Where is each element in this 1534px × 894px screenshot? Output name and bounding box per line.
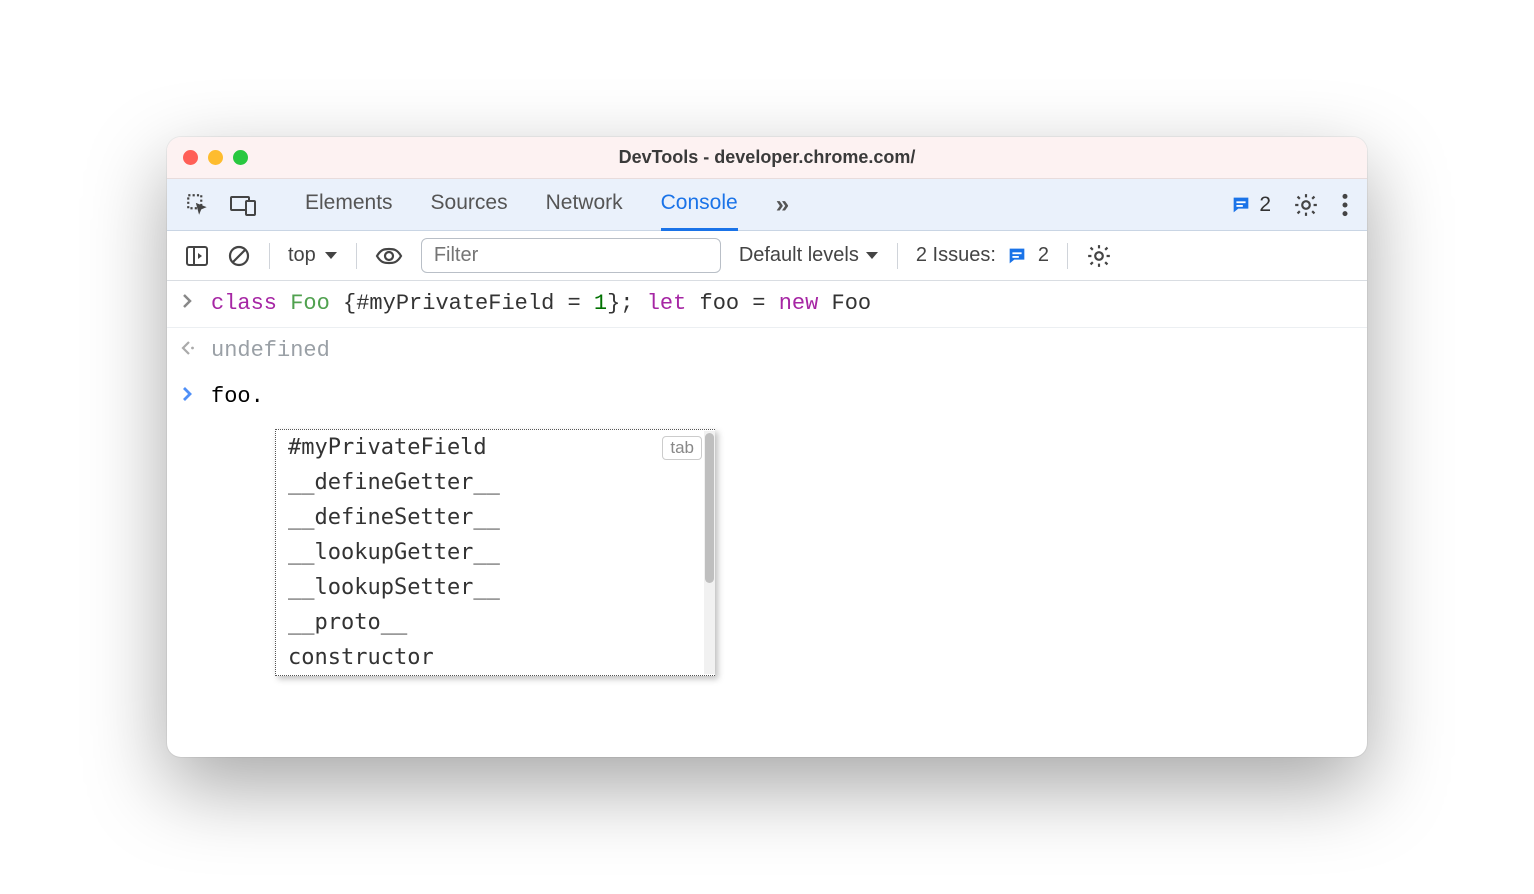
console-prompt-row[interactable]: foo. [167, 374, 1367, 420]
autocomplete-item-label: #myPrivateField [288, 435, 487, 460]
divider [897, 243, 898, 269]
autocomplete-item-label: __defineGetter__ [288, 470, 500, 495]
filter-input[interactable] [421, 238, 721, 273]
autocomplete-item[interactable]: constructor [276, 640, 714, 675]
clear-console-icon[interactable] [227, 244, 251, 268]
titlebar: DevTools - developer.chrome.com/ [167, 137, 1367, 179]
tab-console[interactable]: Console [661, 179, 738, 231]
settings-icon[interactable] [1293, 192, 1319, 218]
context-label: top [288, 244, 316, 267]
issues-count: 2 [1038, 244, 1049, 267]
console-settings-icon[interactable] [1086, 243, 1112, 269]
kebab-menu-icon[interactable] [1341, 192, 1349, 218]
console-prompt-text: foo. [211, 382, 264, 412]
tab-elements[interactable]: Elements [305, 179, 393, 231]
autocomplete-item[interactable]: __lookupGetter__ [276, 535, 714, 570]
tab-hint: tab [662, 436, 702, 460]
autocomplete-item-label: constructor [288, 645, 434, 670]
minimize-button[interactable] [208, 150, 223, 165]
log-levels-selector[interactable]: Default levels [739, 244, 879, 267]
messages-indicator[interactable]: 2 [1230, 193, 1271, 217]
context-selector[interactable]: top [288, 244, 338, 267]
autocomplete-item-label: __defineSetter__ [288, 505, 500, 530]
live-expression-icon[interactable] [375, 246, 403, 266]
messages-count: 2 [1259, 193, 1271, 217]
autocomplete-item[interactable]: __lookupSetter__ [276, 570, 714, 605]
divider [356, 243, 357, 269]
prompt-chevron-icon [181, 382, 199, 410]
tabs-nav: Elements Sources Network Console » [305, 179, 789, 231]
divider [1067, 243, 1068, 269]
chevron-right-icon [181, 289, 199, 317]
autocomplete-item[interactable]: __defineGetter__ [276, 465, 714, 500]
console-result-value: undefined [211, 336, 330, 366]
autocomplete-popup: #myPrivateField tab __defineGetter__ __defi… [275, 429, 715, 676]
issues-indicator[interactable]: 2 Issues: 2 [916, 244, 1049, 267]
traffic-lights [183, 150, 248, 165]
autocomplete-item-label: __proto__ [288, 610, 407, 635]
inspect-icon[interactable] [185, 192, 211, 218]
scrollbar-thumb[interactable] [705, 433, 714, 583]
console-input-code: class Foo {#myPrivateField = 1}; let foo… [211, 289, 871, 319]
window-title: DevTools - developer.chrome.com/ [167, 147, 1367, 168]
autocomplete-item[interactable]: __proto__ [276, 605, 714, 640]
autocomplete-item-label: __lookupGetter__ [288, 540, 500, 565]
devtools-window: DevTools - developer.chrome.com/ Element… [167, 137, 1367, 757]
close-button[interactable] [183, 150, 198, 165]
autocomplete-item[interactable]: #myPrivateField tab [276, 430, 714, 465]
console-input-row: class Foo {#myPrivateField = 1}; let foo… [167, 281, 1367, 328]
device-toolbar-icon[interactable] [229, 193, 257, 217]
chat-icon [1006, 245, 1028, 267]
tabs-overflow-button[interactable]: » [776, 191, 789, 219]
tab-strip: Elements Sources Network Console » 2 [167, 179, 1367, 231]
divider [269, 243, 270, 269]
console-toolbar: top Default levels 2 Issues: 2 [167, 231, 1367, 281]
levels-label: Default levels [739, 244, 859, 267]
console-body: class Foo {#myPrivateField = 1}; let foo… [167, 281, 1367, 757]
popup-scrollbar[interactable] [704, 431, 715, 674]
console-result-row: undefined [167, 328, 1367, 374]
autocomplete-item-label: __lookupSetter__ [288, 575, 500, 600]
autocomplete-item[interactable]: __defineSetter__ [276, 500, 714, 535]
result-arrow-icon [181, 336, 199, 364]
chat-icon [1230, 194, 1252, 216]
tab-network[interactable]: Network [546, 179, 623, 231]
tab-sources[interactable]: Sources [431, 179, 508, 231]
sidebar-toggle-icon[interactable] [185, 245, 209, 267]
issues-label: 2 Issues: [916, 244, 996, 267]
zoom-button[interactable] [233, 150, 248, 165]
